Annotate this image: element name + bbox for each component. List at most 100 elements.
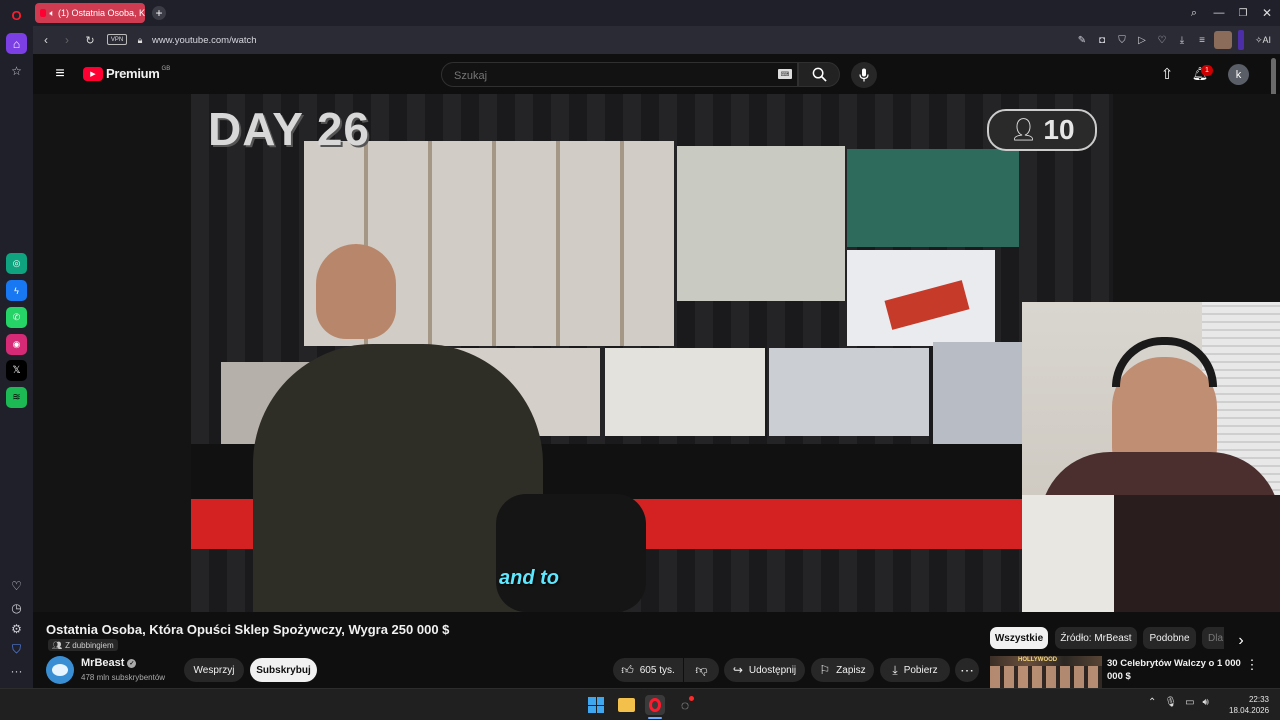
close-button[interactable]: ✕ <box>1259 5 1275 21</box>
messenger-icon[interactable]: ϟ <box>6 280 27 301</box>
more-icon[interactable]: ··· <box>6 660 27 681</box>
share-icon: ↪ <box>732 663 743 677</box>
lock-icon[interactable]: 🔒︎ <box>135 33 145 47</box>
windows-start-icon[interactable] <box>588 697 604 713</box>
url-field[interactable]: www.youtube.com/watch <box>152 35 257 46</box>
tray-overflow-icon[interactable]: ⌃ <box>1148 697 1156 708</box>
youtube-premium-logo[interactable]: ▶ Premium GB <box>83 66 170 81</box>
address-bar-tools: ✎ ◘ ⛉ ▷ ♡ ⤓ ≡ <box>1075 32 1235 48</box>
star-icon[interactable]: ☆ <box>6 60 27 81</box>
dislike-button[interactable]: 👎︎ <box>684 658 719 682</box>
video-title: Ostatnia Osoba, Która Opuści Sklep Spoży… <box>46 622 450 637</box>
save-button[interactable]: ⚐ Zapisz <box>811 658 874 682</box>
tab-title: (1) Ostatnia Osoba, K <box>57 8 145 18</box>
dubbing-badge: 👥︎ Z dubbingiem <box>48 639 118 651</box>
opera-logo-icon[interactable]: O <box>6 5 27 26</box>
like-button[interactable]: 👍︎ 605 tys. <box>613 658 683 682</box>
whatsapp-icon[interactable]: ✆ <box>6 307 27 328</box>
tray-microphone-icon[interactable]: 🎙︎ <box>1164 697 1177 708</box>
chip-related[interactable]: Podobne <box>1143 627 1196 649</box>
person-icon: 👤︎ <box>1009 117 1038 142</box>
video-frame[interactable]: DAY 26 👤︎ 10 and to <box>191 94 1113 612</box>
chip-source[interactable]: Źródło: MrBeast <box>1055 627 1137 649</box>
x-icon[interactable]: 𝕏 <box>6 360 27 381</box>
shield-icon[interactable]: ⛉ <box>6 639 27 660</box>
chip-all[interactable]: Wszystkie <box>990 627 1048 649</box>
clock-date: 18.04.2026 <box>1229 706 1270 715</box>
history-icon[interactable]: ◷ <box>6 597 27 618</box>
bookmark-icon: ⚐ <box>819 663 831 677</box>
player-count: 10 <box>1043 114 1075 145</box>
camera-icon[interactable]: ◘ <box>1095 32 1109 48</box>
home-icon[interactable]: ⌂ <box>6 33 27 54</box>
file-explorer-icon[interactable] <box>618 698 635 712</box>
day-counter: DAY 26 <box>208 103 371 155</box>
chevron-right-icon[interactable]: › <box>1230 630 1252 652</box>
download-button[interactable]: ⤓ Pobierz <box>880 658 950 682</box>
ai-button[interactable]: ✧ AI <box>1250 32 1276 48</box>
profile-avatar[interactable] <box>1214 31 1232 49</box>
more-actions-button[interactable]: ⋯ <box>955 658 979 682</box>
forward-button[interactable]: › <box>60 32 74 48</box>
verified-icon: ✓ <box>127 658 137 668</box>
recommended-more-icon[interactable]: ⋮ <box>1246 657 1259 672</box>
subscribe-button[interactable]: Subskrybuj <box>250 658 317 682</box>
vpn-badge[interactable]: VPN <box>107 34 127 45</box>
monitor-right-top <box>847 149 1019 247</box>
chatgpt-icon[interactable]: ◎ <box>6 253 27 274</box>
ai-sparkle-icon: ✧ <box>1254 34 1263 45</box>
support-button[interactable]: Wesprzyj <box>184 658 244 682</box>
back-button[interactable]: ‹ <box>39 32 53 48</box>
maximize-button[interactable]: ❐ <box>1235 5 1251 21</box>
hamburger-menu-icon[interactable]: ≡ <box>50 64 70 84</box>
tab-bar <box>33 0 1280 26</box>
active-tab[interactable]: 🔈︎ (1) Ostatnia Osoba, K <box>35 3 145 23</box>
region-label: GB <box>161 66 171 72</box>
voice-search-button[interactable] <box>851 62 877 88</box>
streamer-webcam <box>1022 302 1280 612</box>
download-icon[interactable]: ⤓ <box>1175 32 1189 48</box>
monitor-right-mid <box>847 250 995 346</box>
adblock-icon[interactable]: ⛉ <box>1115 32 1129 48</box>
tray-volume-icon[interactable]: 🔊︎ <box>1203 697 1209 708</box>
active-app-indicator <box>648 717 662 719</box>
channel-avatar[interactable] <box>46 656 74 684</box>
recommended-thumbnail[interactable]: HOLLYWOOD <box>990 656 1102 688</box>
sidebar-toggle[interactable] <box>1238 30 1244 50</box>
tray-display-icon[interactable]: ▭ <box>1185 697 1194 708</box>
spotify-icon[interactable]: ≋ <box>6 387 27 408</box>
heart-icon[interactable]: ♡ <box>6 575 27 596</box>
settings-icon[interactable]: ⚙ <box>6 618 27 639</box>
recommended-title[interactable]: 30 Celebrytów Walczy o 1 000 000 $ <box>1107 657 1242 683</box>
account-avatar[interactable]: k <box>1228 64 1249 85</box>
monitor-bottom-2 <box>605 348 765 436</box>
reload-icon[interactable]: ↻ <box>83 32 97 48</box>
heart-outline-icon[interactable]: ♡ <box>1155 32 1169 48</box>
like-count: 605 tys. <box>639 664 675 676</box>
clock[interactable]: 22:33 18.04.2026 <box>1229 694 1269 716</box>
microphone-icon <box>859 68 869 82</box>
search-button[interactable] <box>798 62 840 87</box>
upload-icon[interactable]: ⇧ <box>1158 65 1176 83</box>
windows-taskbar: ◌ ⌃ 🎙︎ ▭ 🔊︎ 22:33 18.04.2026 <box>0 688 1280 720</box>
youtube-favicon-icon <box>40 9 46 17</box>
search-tabs-icon[interactable]: ⌕ <box>1186 5 1202 21</box>
ai-label: AI <box>1262 35 1272 45</box>
dubbing-icon: 👥︎ <box>52 640 63 650</box>
opera-taskbar-icon[interactable] <box>645 695 665 715</box>
chip-for-you[interactable]: Dla <box>1202 627 1224 649</box>
search-icon <box>812 67 827 82</box>
instagram-icon[interactable]: ◉ <box>6 334 27 355</box>
share-button[interactable]: ↪ Udostępnij <box>724 658 805 682</box>
edit-icon[interactable]: ✎ <box>1075 32 1089 48</box>
streamer-lower-body <box>1114 495 1280 612</box>
search-input[interactable] <box>452 67 756 84</box>
streamer-arm <box>1022 495 1114 612</box>
new-tab-button[interactable]: + <box>152 6 166 20</box>
speaker-icon[interactable]: 🔈︎ <box>50 8 55 19</box>
keyboard-icon[interactable]: ⌨ <box>778 69 792 79</box>
minimize-button[interactable]: — <box>1211 5 1227 21</box>
channel-name[interactable]: MrBeast <box>81 657 124 669</box>
menu-icon[interactable]: ≡ <box>1195 32 1209 48</box>
send-icon[interactable]: ▷ <box>1135 32 1149 48</box>
